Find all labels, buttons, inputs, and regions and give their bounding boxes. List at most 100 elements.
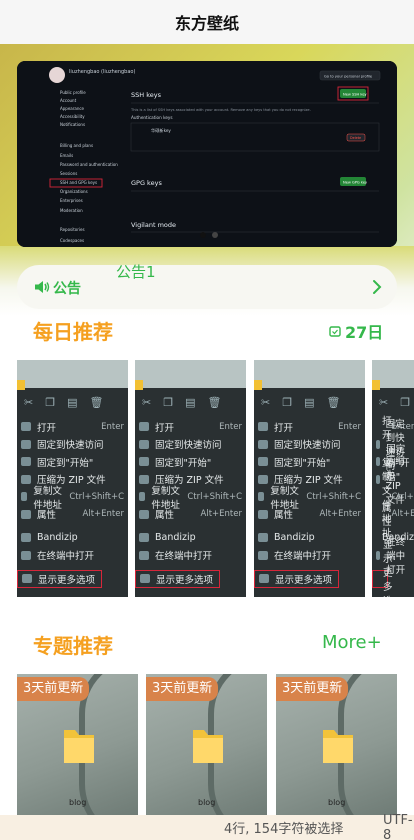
wallpaper-thumbnail[interactable]: ✂❐▤🗑打开Enter固定到快速访问固定到"开始"压缩为 ZIP 文件复制文件地… — [254, 360, 365, 597]
menu-item-icon — [376, 457, 381, 467]
context-menu-item: 压缩为 ZIP 文件 — [372, 456, 414, 506]
menu-item-label: 显示更多选项 — [275, 574, 333, 586]
menu-item-icon — [139, 509, 149, 519]
menu-item-icon — [21, 422, 31, 432]
svg-text:Enterprises: Enterprises — [60, 198, 83, 203]
menu-item-label: 固定到"开始" — [274, 457, 331, 469]
menu-item-label: 打开 — [274, 422, 294, 434]
context-menu-item: 属性Alt+Enter — [372, 503, 414, 528]
menu-item-label: 固定到"开始" — [155, 457, 212, 469]
svg-text:华硕新key: 华硕新key — [151, 127, 171, 134]
delete-icon: 🗑 — [326, 396, 341, 409]
svg-text:Notifications: Notifications — [60, 122, 85, 127]
menu-item-shortcut: Ctrl+Shift+C — [69, 491, 124, 502]
delete-icon: 🗑 — [89, 396, 104, 409]
topic-caption: blog — [69, 798, 87, 807]
topic-card[interactable]: 3天前更新 blog — [17, 674, 138, 820]
context-menu: 打开 Enter 固定到快速访问 固定到"开始" 压缩为 ZIP 文件 复制文件地址 Ctr… — [17, 418, 128, 588]
menu-item-icon — [258, 422, 268, 432]
app-header: 东方壁纸 — [0, 0, 414, 44]
context-menu-item: 固定到快速访问 — [254, 436, 365, 454]
wallpaper-thumbnail[interactable]: ✂❐▤🗑打开Enter固定到快速访问固定到"开始"压缩为 ZIP 文件复制文件地… — [135, 360, 246, 597]
menu-item-icon — [139, 422, 149, 432]
context-menu-item: 固定到快速访问 — [17, 436, 128, 454]
cut-icon: ✂ — [24, 396, 34, 409]
menu-item-icon — [376, 550, 381, 560]
menu-item-label: 在终端中打开 — [274, 551, 332, 563]
menu-item-label: 显示更多选项 — [156, 574, 214, 586]
topic-card[interactable]: 3天前更新 blog — [276, 674, 397, 820]
svg-text:SSH keys: SSH keys — [131, 91, 162, 99]
carousel-dot[interactable] — [200, 232, 206, 238]
delete-icon: 🗑 — [207, 396, 222, 409]
svg-text:Accessibility: Accessibility — [60, 114, 85, 119]
svg-text:Codespaces: Codespaces — [60, 238, 84, 243]
topic-caption: blog — [198, 798, 216, 807]
menu-item-label: Bandizip — [155, 532, 196, 544]
folder-icon — [323, 730, 353, 763]
menu-item-icon — [21, 474, 31, 484]
cut-icon: ✂ — [261, 396, 271, 409]
thumbnail-desktop — [17, 360, 128, 388]
svg-text:Go to your personal profile: Go to your personal profile — [324, 75, 373, 79]
carousel-dots — [200, 232, 218, 238]
menu-item-label: 打开 — [155, 422, 175, 434]
context-menu-item: 在终端中打开 — [135, 547, 246, 565]
more-link[interactable]: More+ — [322, 632, 382, 653]
folder-icon — [254, 380, 262, 390]
context-menu-item: 在终端中打开 — [372, 537, 414, 576]
menu-item-icon — [140, 574, 150, 584]
menu-item-label: 固定到快速访问 — [155, 440, 222, 452]
context-menu-item: 固定到"开始" — [254, 453, 365, 471]
app-title: 东方壁纸 — [174, 14, 239, 33]
date-text: 27日 — [345, 323, 384, 342]
context-menu: 打开 Enter 固定到快速访问 固定到"开始" 压缩为 ZIP 文件 复制文件地址 Ctr… — [135, 418, 246, 588]
svg-text:Moderation: Moderation — [60, 208, 83, 213]
thumbnail-desktop — [135, 360, 246, 388]
copy-icon: ❐ — [45, 396, 56, 409]
menu-item-icon — [21, 457, 31, 467]
wallpaper-thumbnail[interactable]: ✂❐▤🗑打开Enter固定到快速访问固定到"开始"压缩为 ZIP 文件复制文件地… — [372, 360, 414, 597]
menu-item-shortcut: Alt+Enter — [82, 509, 124, 520]
encoding-status: UTF-8 — [383, 812, 413, 840]
menu-item-label: 属性 — [382, 503, 392, 529]
date-badge[interactable]: 27日 — [329, 319, 383, 343]
menu-item-icon — [376, 439, 380, 449]
notice-bar[interactable]: 公告 公告1 — [17, 263, 397, 309]
context-menu-item: 显示更多选项 — [254, 570, 339, 588]
menu-item-icon — [21, 492, 28, 502]
svg-text:Sessions: Sessions — [60, 171, 77, 176]
wallpaper-thumbnail[interactable]: ✂ ❐ ▤ 🗑 打开Enter固定到快速访问固定到"开始"压缩为 ZIP 文件复制文件地… — [17, 360, 128, 597]
thumbnail-desktop — [254, 360, 365, 388]
rename-icon: ▤ — [304, 396, 315, 409]
svg-text:SSH and GPG keys: SSH and GPG keys — [60, 180, 97, 185]
context-menu-item: 固定到快速访问 — [135, 436, 246, 454]
chevron-right-icon[interactable] — [372, 279, 382, 295]
context-menu-item: 显示更多选项 — [135, 570, 220, 588]
menu-item-icon — [139, 457, 149, 467]
context-menu-item: 复制文件地址Ctrl+Shift+C — [254, 486, 365, 511]
context-menu: 打开 Enter 固定到快速访问 固定到"开始" 压缩为 ZIP 文件 复制文件地址 Ctr… — [372, 416, 414, 597]
notice-text[interactable]: 公告1 — [116, 261, 156, 282]
update-tag: 3天前更新 — [146, 677, 219, 701]
svg-text:Emails: Emails — [60, 153, 73, 158]
update-tag: 3天前更新 — [17, 677, 90, 701]
menu-item-label: 显示更多选项 — [38, 574, 96, 586]
folder-icon — [193, 730, 223, 763]
carousel-dot[interactable] — [212, 232, 218, 238]
menu-item-icon — [22, 574, 32, 584]
svg-text:GPG keys: GPG keys — [131, 179, 162, 187]
rename-icon: ▤ — [67, 396, 78, 409]
banner-carousel[interactable]: liuzhengbao (liuzhengbao) Go to your per… — [17, 61, 397, 247]
menu-item-icon — [258, 474, 268, 484]
topics-section-title: 专题推荐 — [33, 634, 113, 658]
menu-item-label: 打开 — [37, 422, 57, 434]
folder-icon — [64, 730, 94, 763]
menu-item-icon — [259, 574, 269, 584]
menu-item-shortcut: Ctrl+Shift+C — [391, 491, 414, 502]
context-toolbar: ✂ ❐ ▤ 🗑 — [24, 396, 103, 409]
topic-card[interactable]: 3天前更新 blog — [146, 674, 267, 820]
menu-item-label: 固定到快速访问 — [37, 440, 104, 452]
menu-item-label: 在终端中打开 — [37, 551, 95, 563]
svg-text:Account: Account — [60, 98, 77, 103]
